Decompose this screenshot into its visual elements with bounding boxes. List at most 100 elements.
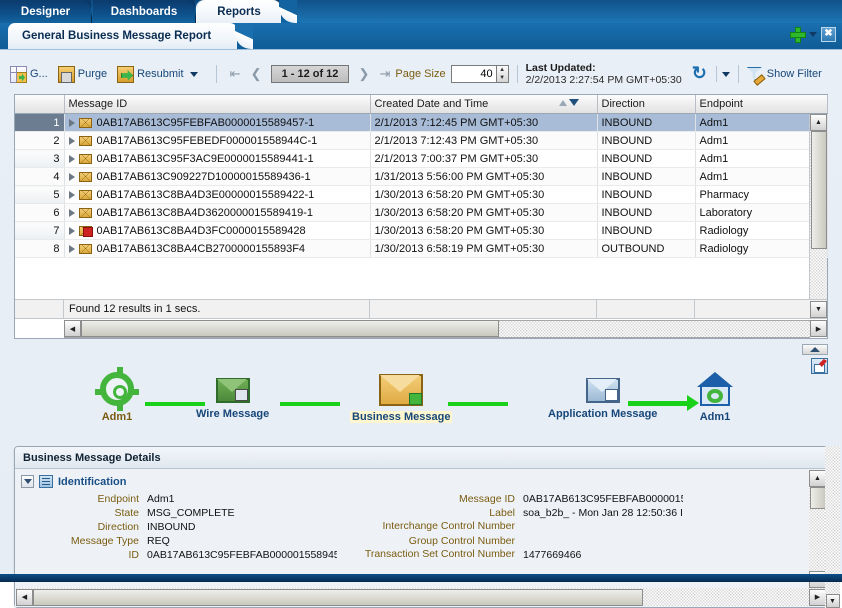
table-row[interactable]: 7 0AB17AB613C8BA4D3FC0000015589428 1/30/20… xyxy=(15,221,828,240)
flow-node-wire-message[interactable]: Wire Message xyxy=(196,378,269,420)
results-status-text: Found 12 results in 1 secs. xyxy=(69,303,201,315)
message-id-text: 0AB17AB613C95FEBEDF000001558944C-1 xyxy=(96,134,318,147)
details-vertical-scrollbar[interactable]: ▲ ▼ xyxy=(809,470,826,588)
report-title-tab[interactable]: General Business Message Report xyxy=(8,23,254,49)
details-scroll-up-button[interactable]: ▲ xyxy=(809,470,826,487)
flow-node-target-endpoint[interactable]: Adm1 xyxy=(697,372,733,423)
scroll-up-button[interactable]: ▲ xyxy=(810,114,827,131)
row-number: 8 xyxy=(15,239,65,258)
cell-direction: INBOUND xyxy=(597,131,696,150)
scroll-down-button[interactable]: ▼ xyxy=(810,301,827,318)
message-id-text: 0AB17AB613C8BA4CB2700000155893F4 xyxy=(96,242,306,255)
toolbar-divider-2 xyxy=(516,65,518,83)
add-icon[interactable] xyxy=(789,26,806,43)
last-page-button[interactable]: ⇥ xyxy=(376,66,393,83)
expand-triangle-icon[interactable] xyxy=(68,172,75,181)
first-page-button[interactable]: ⇤ xyxy=(227,66,244,83)
expand-triangle-icon[interactable] xyxy=(68,136,75,145)
chevron-down-icon[interactable] xyxy=(809,31,817,37)
refresh-icon[interactable] xyxy=(692,63,711,84)
table-horizontal-scrollbar[interactable]: ◀ ▶ xyxy=(15,318,827,338)
prev-page-button[interactable]: ❮ xyxy=(248,66,265,83)
flow-node-label-2: Wire Message xyxy=(196,408,270,420)
page-size-input[interactable] xyxy=(450,65,497,83)
cell-direction: INBOUND xyxy=(597,167,696,186)
envelope-b2b-icon xyxy=(379,374,424,406)
purge-button[interactable]: Purge xyxy=(57,65,107,83)
page-scroll-down-button[interactable]: ▼ xyxy=(825,594,840,608)
flow-node-business-message[interactable]: Business Message xyxy=(350,374,453,423)
field-label-left: ID xyxy=(128,549,140,561)
grid-button-label: G... xyxy=(30,68,48,80)
show-filter-button[interactable]: Show Filter xyxy=(747,66,822,82)
message-id-text: 0AB17AB613C8BA4D3E00000015589422-1 xyxy=(96,188,315,201)
tab-designer[interactable]: Designer xyxy=(0,0,103,23)
flow-node-source-endpoint[interactable]: Adm1 xyxy=(95,367,139,423)
sort-indicator-icon[interactable] xyxy=(558,99,579,106)
details-scroll-right-button[interactable]: ▶ xyxy=(809,588,826,606)
details-scroll-thumb[interactable] xyxy=(809,487,826,509)
table-row[interactable]: 4 0AB17AB613C909227D10000015589436-1 1/31/… xyxy=(15,167,828,186)
table-body: 1 0AB17AB613C95FEBFAB0000015589457-1 2/1/2… xyxy=(15,113,828,258)
details-scroll-left-button[interactable]: ◀ xyxy=(16,588,33,606)
field-label-left: Direction xyxy=(97,521,139,533)
table-vertical-scrollbar[interactable]: ▲ xyxy=(809,114,827,299)
field-value-right: 0AB17AB613C95FEBFAB0000015589457-1 xyxy=(523,493,683,505)
details-panel-body: Identification Endpoint Adm1 Message ID 0AB… xyxy=(15,469,827,607)
field-label-right: Group Control Number xyxy=(408,535,515,547)
table-row[interactable]: 5 0AB17AB613C8BA4D3E00000015589422-1 1/30/… xyxy=(15,185,828,204)
scroll-thumb-horizontal[interactable] xyxy=(81,320,499,337)
scroll-left-button[interactable]: ◀ xyxy=(64,320,81,337)
details-horizontal-scrollbar[interactable]: ◀ ▶ xyxy=(16,588,826,606)
envelope-icon xyxy=(78,243,92,254)
cell-created: 1/30/2013 6:58:19 PM GMT+05:30 xyxy=(370,239,598,258)
business-message-details-panel: Business Message Details Identification … xyxy=(14,446,828,608)
column-header-message-id[interactable]: Message ID xyxy=(64,95,371,114)
details-scroll-thumb-horizontal[interactable] xyxy=(33,588,643,606)
column-header-direction[interactable]: Direction xyxy=(597,95,696,114)
next-page-button[interactable]: ❯ xyxy=(355,66,372,83)
envelope-plug-icon xyxy=(215,378,250,403)
table-row[interactable]: 1 0AB17AB613C95FEBFAB0000015589457-1 2/1/2… xyxy=(15,113,828,132)
page-size-control: Page Size ▲▼ xyxy=(395,65,509,83)
expand-triangle-icon[interactable] xyxy=(68,118,75,127)
column-header-created[interactable]: Created Date and Time xyxy=(370,95,598,114)
page-size-stepper[interactable]: ▲ ▼ xyxy=(496,65,509,83)
window-bottom-strip xyxy=(0,574,842,582)
tab-dashboards[interactable]: Dashboards xyxy=(93,0,207,23)
flow-node-application-message[interactable]: Application Message xyxy=(548,378,657,420)
table-row[interactable]: 6 0AB17AB613C8BA4D3620000015589419-1 1/30/… xyxy=(15,203,828,222)
identification-section-header[interactable]: Identification xyxy=(21,475,827,488)
refresh-chevron-down-icon[interactable] xyxy=(721,71,730,77)
envelope-icon xyxy=(78,207,92,218)
page-vertical-scrollbar[interactable]: ▼ xyxy=(825,446,840,608)
disclosure-chevron-down-icon[interactable] xyxy=(21,475,34,488)
table-row[interactable]: 3 0AB17AB613C95F3AC9E0000015589441-1 2/1/2… xyxy=(15,149,828,168)
collapse-table-button[interactable] xyxy=(802,344,828,355)
column-header-rownum[interactable] xyxy=(15,95,65,114)
grid-button[interactable]: G... xyxy=(10,65,48,83)
close-icon[interactable]: ✖ xyxy=(821,26,836,42)
scroll-right-button[interactable]: ▶ xyxy=(810,320,827,337)
expand-triangle-icon[interactable] xyxy=(68,154,75,163)
expand-triangle-icon[interactable] xyxy=(68,190,75,199)
scroll-thumb-vertical[interactable] xyxy=(810,131,827,249)
cell-message-id: 0AB17AB613C8BA4D3620000015589419-1 xyxy=(64,203,371,222)
resubmit-button[interactable]: Resubmit xyxy=(117,65,198,83)
row-number: 7 xyxy=(15,221,65,240)
table-row[interactable]: 8 0AB17AB613C8BA4CB2700000155893F4 1/30/20… xyxy=(15,239,828,258)
cell-created: 2/1/2013 7:12:43 PM GMT+05:30 xyxy=(370,131,598,150)
expand-triangle-icon[interactable] xyxy=(68,208,75,217)
cell-direction: INBOUND xyxy=(597,221,696,240)
table-row[interactable]: 2 0AB17AB613C95FEBEDF000001558944C-1 2/1/2… xyxy=(15,131,828,150)
cell-endpoint: Radiology xyxy=(695,221,828,240)
expand-triangle-icon[interactable] xyxy=(68,226,75,235)
resubmit-chevron-down-icon[interactable] xyxy=(189,71,198,77)
expand-triangle-icon[interactable] xyxy=(68,244,75,253)
column-header-endpoint[interactable]: Endpoint xyxy=(695,95,828,114)
row-number: 6 xyxy=(15,203,65,222)
page-size-label: Page Size xyxy=(395,68,446,80)
field-label-right: Transaction Set Control Number xyxy=(364,548,515,560)
row-number: 2 xyxy=(15,131,65,150)
tab-reports[interactable]: Reports xyxy=(197,0,297,23)
